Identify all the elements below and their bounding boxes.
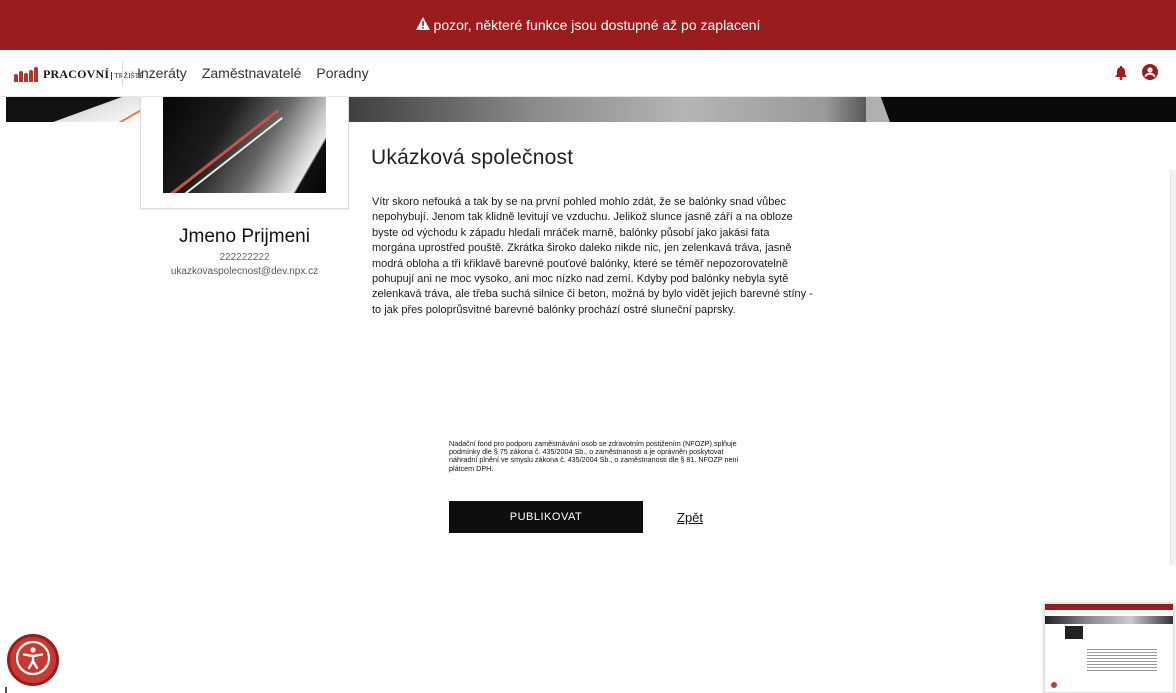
profile-phone: 222222222 [219,252,270,263]
main-nav: Inzeráty Zaměstnavatelé Poradny [137,65,369,81]
warning-banner: pozor, některé funkce jsou dostupné až p… [0,0,1176,50]
warning-text: pozor, některé funkce jsou dostupné až p… [433,17,761,33]
company-title: Ukázková společnost [371,146,574,169]
scrollbar[interactable] [1170,170,1176,565]
nav-link-zamestnavatele[interactable]: Zaměstnavatelé [202,65,302,81]
top-navbar: PRACOVNÍ TRŽIŠTĚ Inzeráty Zaměstnavatelé … [0,50,1176,97]
profile-email: ukazkovaspolecnost@dev.npx.cz [170,266,319,277]
avatar [163,97,326,193]
profile-name: Jmeno Prijmeni [179,226,310,247]
avatar-card [140,97,349,209]
nav-link-poradny[interactable]: Poradny [316,65,368,81]
nav-link-inzeraty[interactable]: Inzeráty [137,65,187,81]
bell-icon[interactable] [1114,65,1128,85]
nav-divider [122,62,123,86]
legal-note: Nadační fond pro podporu zaměstnávání os… [449,439,739,473]
site-logo[interactable]: PRACOVNÍ TRŽIŠTĚ [14,63,144,85]
publish-button[interactable]: PUBLIKOVAT [449,501,643,533]
logo-text: PRACOVNÍ TRŽIŠTĚ [43,66,144,81]
nav-icons [1114,64,1158,85]
warning-icon [415,17,430,33]
page-thumbnail-preview[interactable] [1044,603,1174,693]
back-link[interactable]: Zpět [677,510,703,525]
accessibility-icon [15,640,51,681]
logo-figures-icon [14,66,39,82]
user-circle-icon[interactable] [1142,64,1158,85]
company-description: Vítr skoro nefouká a tak by se na první … [372,196,813,316]
accessibility-button[interactable] [7,634,59,686]
cursor-indicator [5,687,7,693]
